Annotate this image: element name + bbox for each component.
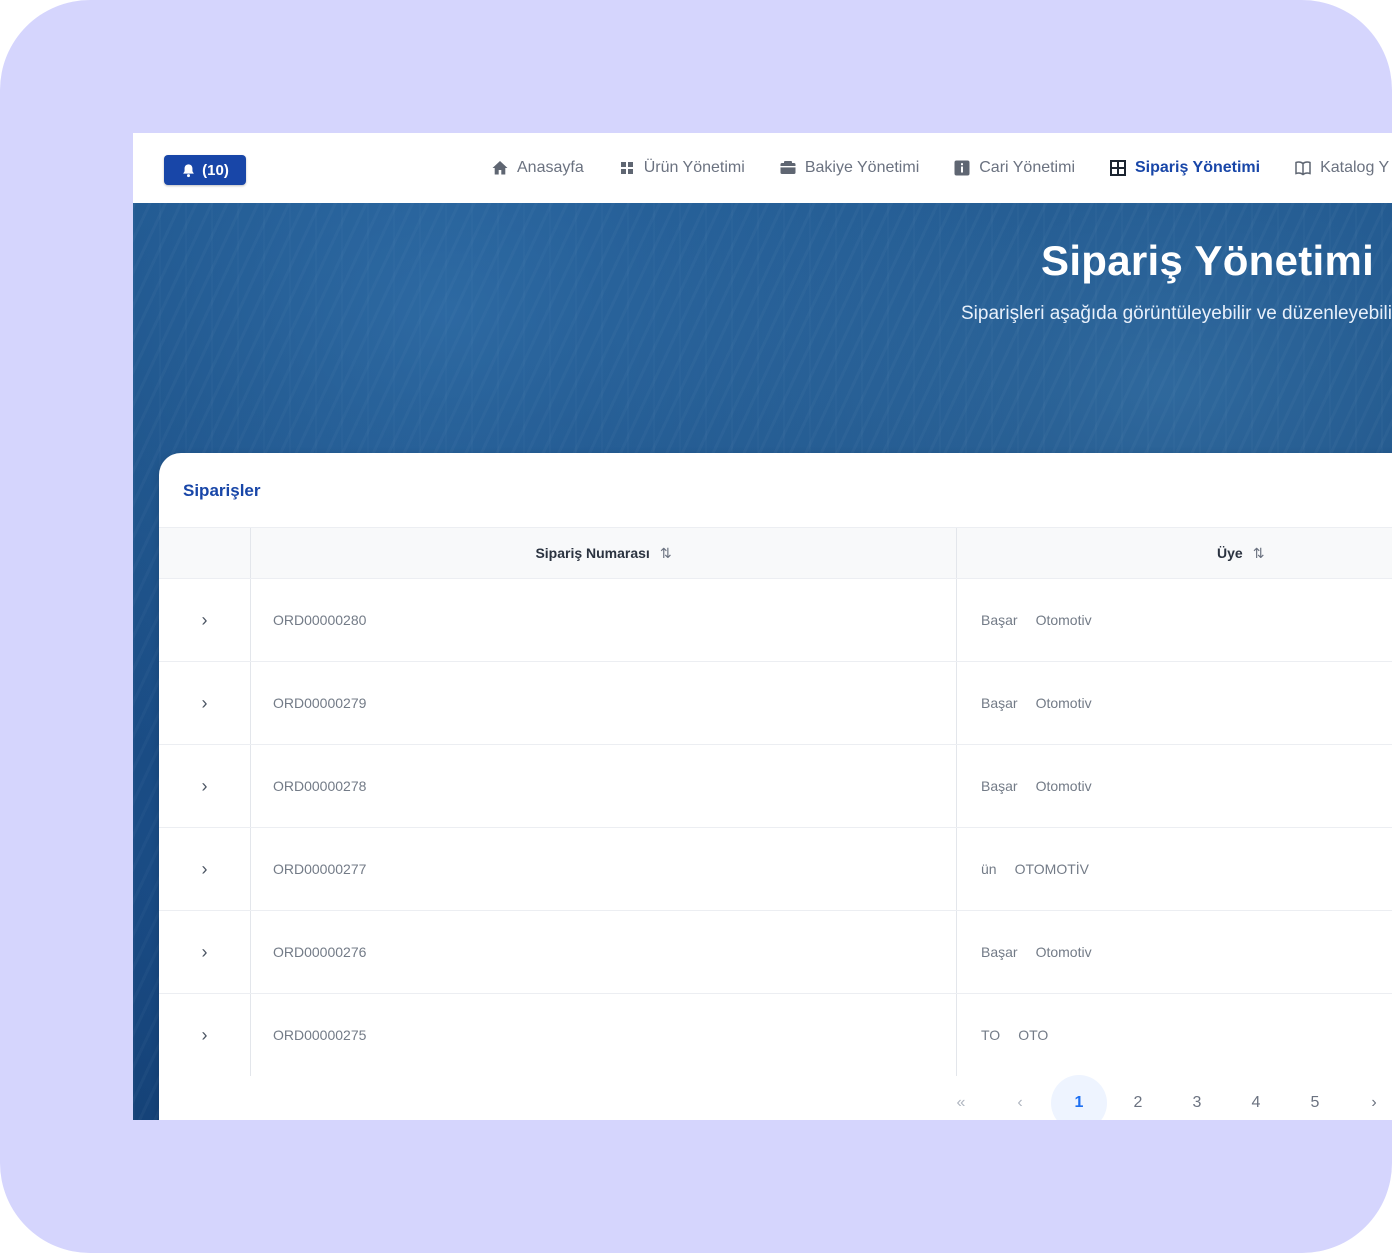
member-first-name: Başar: [981, 778, 1018, 794]
member-last-name: Otomotiv: [1035, 778, 1092, 794]
notifications-button[interactable]: (10): [164, 155, 246, 185]
member-first-name: Başar: [981, 612, 1018, 628]
member-cell: TO OTO: [957, 994, 1392, 1076]
chevron-right-icon: ›: [201, 858, 208, 879]
page-button-3[interactable]: 3: [1169, 1075, 1225, 1120]
column-label: Üye: [1217, 545, 1243, 561]
notification-count: (10): [202, 161, 229, 179]
nav-item-anasayfa[interactable]: Anasayfa: [491, 159, 584, 177]
bell-icon: [183, 163, 194, 177]
member-cell: Başar Otomotiv: [957, 911, 1392, 993]
chevron-right-icon: ›: [201, 1024, 208, 1045]
row-expander[interactable]: ›: [159, 828, 251, 910]
page-button-1[interactable]: 1: [1051, 1075, 1107, 1120]
sort-icon[interactable]: ⇅: [660, 545, 672, 562]
table-row[interactable]: › ORD00000280 Başar Otomotiv: [159, 579, 1392, 662]
nav-label: Anasayfa: [517, 159, 584, 176]
chevron-right-icon: ›: [201, 609, 208, 630]
order-number-cell: ORD00000278: [251, 745, 957, 827]
next-page-button[interactable]: ›: [1346, 1075, 1392, 1120]
nav-label: Cari Yönetimi: [979, 159, 1075, 176]
sort-icon[interactable]: ⇅: [1253, 545, 1265, 562]
table-row[interactable]: › ORD00000279 Başar Otomotiv: [159, 662, 1392, 745]
column-label: Sipariş Numarası: [535, 545, 650, 561]
grid-icon: [620, 162, 633, 174]
nav-label: Bakiye Yönetimi: [804, 159, 920, 176]
table-row[interactable]: › ORD00000275 TO OTO: [159, 994, 1392, 1076]
row-expander[interactable]: ›: [159, 911, 251, 993]
table-row[interactable]: › ORD00000276 Başar Otomotiv: [159, 911, 1392, 994]
table-row[interactable]: › ORD00000277 ün OTOMOTİV: [159, 828, 1392, 911]
nav-item-urun-yonetimi[interactable]: Ürün Yönetimi: [618, 159, 745, 177]
member-last-name: OTO: [1018, 1027, 1049, 1043]
nav-item-siparis-yonetimi[interactable]: Sipariş Yönetimi: [1109, 159, 1260, 177]
row-expander[interactable]: ›: [159, 745, 251, 827]
nav-item-katalog[interactable]: Katalog Y: [1294, 159, 1389, 177]
member-cell: ün OTOMOTİV: [957, 828, 1392, 910]
page-button-5[interactable]: 5: [1287, 1075, 1343, 1120]
orders-title: Siparişler: [183, 481, 261, 500]
nav-label: Katalog Y: [1320, 159, 1390, 176]
nav-item-bakiye-yonetimi[interactable]: Bakiye Yönetimi: [779, 159, 919, 177]
book-icon: [1295, 161, 1311, 176]
member-cell: Başar Otomotiv: [957, 745, 1392, 827]
row-expander[interactable]: ›: [159, 579, 251, 661]
table-header: Sipariş Numarası ⇅ Üye ⇅: [159, 527, 1392, 579]
chevron-right-icon: ›: [201, 775, 208, 796]
expander-column-header: [159, 528, 251, 578]
member-first-name: ün: [981, 861, 997, 877]
row-expander[interactable]: ›: [159, 662, 251, 744]
member-last-name: OTOMOTİV: [1014, 861, 1089, 877]
member-last-name: Otomotiv: [1035, 944, 1092, 960]
pagination: « ‹ 1 2 3 4 5 ›: [933, 1075, 1392, 1120]
orders-card: Siparişler Sipariş Numarası ⇅ Üye ⇅ › OR…: [159, 453, 1392, 1120]
top-navbar: (10) Anasayfa Ürün Yönetimi Bakiye Yönet…: [133, 133, 1392, 204]
outer-frame: (10) Anasayfa Ürün Yönetimi Bakiye Yönet…: [0, 0, 1392, 1253]
hero-banner: Sipariş Yönetimi Siparişleri aşağıda gör…: [133, 203, 1392, 1120]
prev-page-button[interactable]: ‹: [992, 1075, 1048, 1120]
orders-table: Sipariş Numarası ⇅ Üye ⇅ › ORD00000280 B…: [159, 527, 1392, 1076]
member-last-name: Otomotiv: [1035, 695, 1092, 711]
member-cell: Başar Otomotiv: [957, 579, 1392, 661]
page-subtitle: Siparişleri aşağıda görüntüleyebilir ve …: [961, 303, 1392, 324]
page-button-2[interactable]: 2: [1110, 1075, 1166, 1120]
nav-item-cari-yonetimi[interactable]: Cari Yönetimi: [953, 159, 1075, 177]
member-last-name: Otomotiv: [1035, 612, 1092, 628]
chevron-right-icon: ›: [201, 941, 208, 962]
row-expander[interactable]: ›: [159, 994, 251, 1076]
table-icon: [1110, 160, 1126, 176]
wallet-icon: [780, 161, 796, 174]
main-nav: Anasayfa Ürün Yönetimi Bakiye Yönetimi C…: [491, 133, 1392, 203]
table-row[interactable]: › ORD00000278 Başar Otomotiv: [159, 745, 1392, 828]
column-header-member[interactable]: Üye ⇅: [957, 528, 1392, 578]
column-header-order-number[interactable]: Sipariş Numarası ⇅: [251, 528, 957, 578]
chevron-right-icon: ›: [201, 692, 208, 713]
home-icon: [492, 161, 508, 175]
order-number-cell: ORD00000280: [251, 579, 957, 661]
info-icon: [954, 160, 970, 176]
order-number-cell: ORD00000277: [251, 828, 957, 910]
member-first-name: Başar: [981, 695, 1018, 711]
order-number-cell: ORD00000276: [251, 911, 957, 993]
order-number-cell: ORD00000275: [251, 994, 957, 1076]
nav-label: Ürün Yönetimi: [643, 159, 745, 176]
page-button-4[interactable]: 4: [1228, 1075, 1284, 1120]
page-title: Sipariş Yönetimi: [1041, 237, 1375, 284]
order-number-cell: ORD00000279: [251, 662, 957, 744]
first-page-button[interactable]: «: [933, 1075, 989, 1120]
member-first-name: TO: [981, 1027, 1001, 1043]
member-first-name: Başar: [981, 944, 1018, 960]
member-cell: Başar Otomotiv: [957, 662, 1392, 744]
app-screen: (10) Anasayfa Ürün Yönetimi Bakiye Yönet…: [133, 133, 1392, 1120]
nav-label: Sipariş Yönetimi: [1135, 159, 1261, 176]
